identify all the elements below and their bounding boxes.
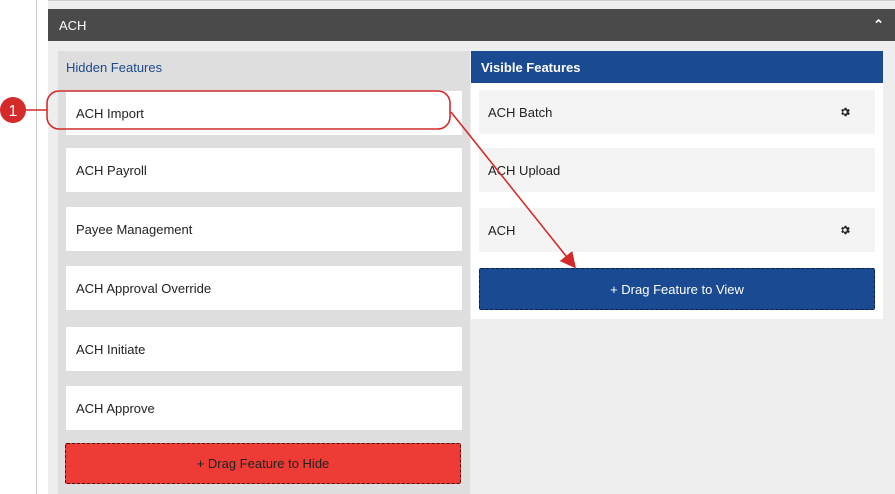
hidden-features-column: Hidden Features ACH Import ACH Payroll P… <box>58 51 470 494</box>
ach-panel-header[interactable]: ACH ⌃ <box>48 9 895 41</box>
drag-to-view-dropzone[interactable]: + Drag Feature to View <box>479 268 875 310</box>
feature-label: ACH Upload <box>488 162 561 178</box>
hidden-feature-payee-management[interactable]: Payee Management <box>66 207 462 251</box>
drag-to-hide-label: + Drag Feature to Hide <box>196 456 330 471</box>
feature-label: ACH <box>488 222 516 238</box>
step-number: 1 <box>9 103 18 120</box>
ach-panel-title: ACH <box>59 17 87 33</box>
drag-to-hide-dropzone[interactable]: + Drag Feature to Hide <box>65 443 461 484</box>
outer-divider <box>36 0 37 494</box>
visible-feature-ach[interactable]: ACH <box>479 208 875 252</box>
feature-label: ACH Approve <box>76 400 155 416</box>
visible-feature-ach-upload[interactable]: ACH Upload <box>479 148 875 192</box>
feature-label: ACH Import <box>76 105 144 121</box>
chevron-up-icon[interactable]: ⌃ <box>873 17 884 33</box>
visible-feature-ach-batch[interactable]: ACH Batch <box>479 90 875 134</box>
step-number-badge <box>0 97 26 123</box>
feature-label: ACH Payroll <box>76 162 147 178</box>
feature-label: ACH Approval Override <box>76 280 212 296</box>
hidden-feature-ach-initiate[interactable]: ACH Initiate <box>66 327 462 371</box>
visible-features-title: Visible Features <box>471 51 883 83</box>
hidden-feature-ach-payroll[interactable]: ACH Payroll <box>66 148 462 192</box>
feature-label: Payee Management <box>76 221 193 237</box>
visible-features-column: Visible Features ACH Batch ACH Upload AC… <box>471 51 883 319</box>
hidden-feature-ach-approve[interactable]: ACH Approve <box>66 386 462 430</box>
hidden-feature-ach-import[interactable]: ACH Import <box>66 91 462 135</box>
drag-to-view-label: + Drag Feature to View <box>610 281 744 297</box>
gear-icon[interactable] <box>839 106 851 118</box>
feature-label: ACH Initiate <box>76 341 146 357</box>
hidden-features-title: Hidden Features <box>66 59 163 75</box>
hidden-feature-ach-approval-override[interactable]: ACH Approval Override <box>66 266 462 310</box>
feature-label: ACH Batch <box>488 104 553 120</box>
gear-icon[interactable] <box>839 224 851 236</box>
